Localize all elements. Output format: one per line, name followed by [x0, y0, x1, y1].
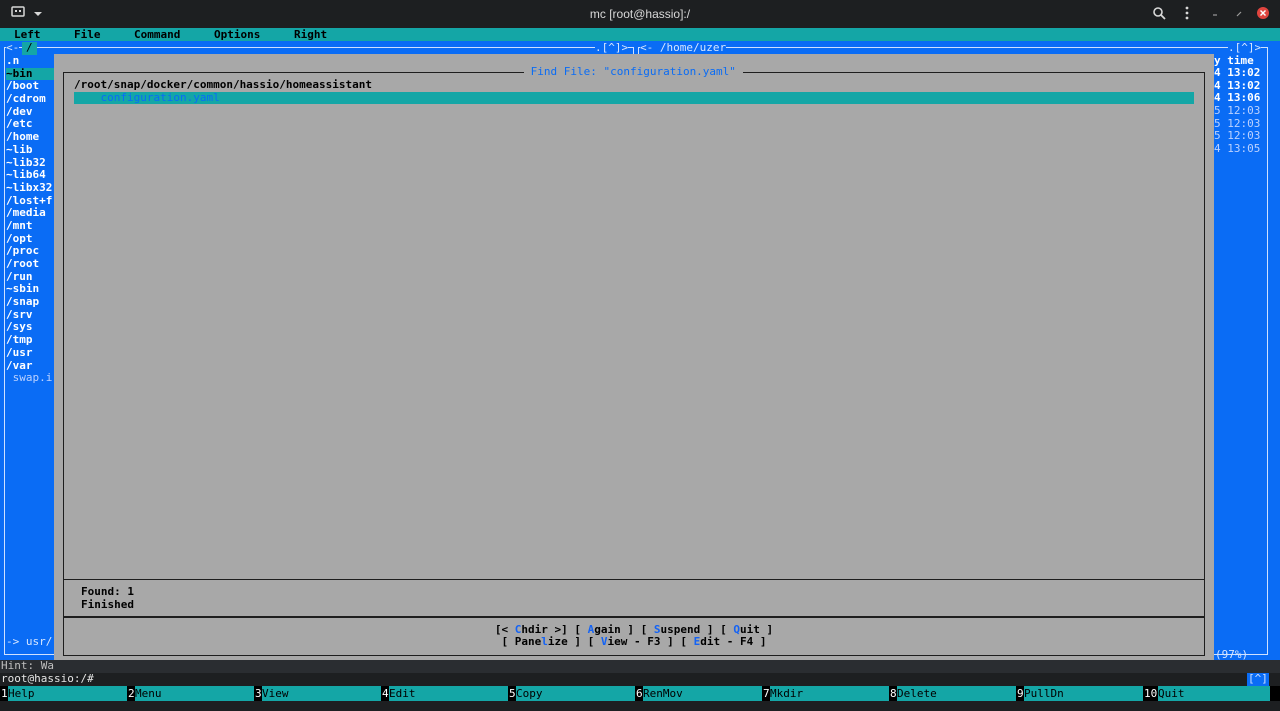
button-text: iew - F3 ]	[607, 635, 674, 648]
left-panel-entry[interactable]: ~lib	[6, 144, 54, 157]
result-row-selected[interactable]: configuration.yaml	[74, 91, 1194, 104]
menu-options[interactable]: Options	[214, 28, 260, 41]
dialog-buttons-row-2: [ Panelize ] [ View - F3 ] [ Edit - F4 ]	[54, 635, 1214, 649]
fkey-delete-button[interactable]: Delete	[897, 686, 1016, 701]
fkey-number: 2	[128, 686, 135, 701]
fkey-help-button[interactable]: Help	[8, 686, 127, 701]
kebab-menu-icon[interactable]	[1179, 6, 1195, 22]
fkey-mkdir-button[interactable]: Mkdir	[770, 686, 889, 701]
dialog-row2-button-2[interactable]: [ Edit - F4 ]	[680, 635, 766, 648]
right-panel-header-right[interactable]: .[^]>	[1228, 41, 1262, 55]
fkey-pulldn-button[interactable]: PullDn	[1024, 686, 1143, 701]
fkey-number: 6	[636, 686, 643, 701]
right-panel-row[interactable]: 5 12:03	[1214, 104, 1260, 118]
button-hotkey: V	[600, 635, 608, 648]
left-panel-entry[interactable]: /tmp	[6, 334, 54, 347]
found-count: Found: 1	[81, 585, 134, 598]
result-directory[interactable]: /root/snap/docker/common/hassio/homeassi…	[74, 78, 372, 92]
left-panel-entry[interactable]: ~bin	[6, 67, 54, 81]
right-panel-path[interactable]: <- /home/uzer	[640, 41, 727, 55]
function-key-bar: 1 Help 2 Menu 3 View 4 Edit 5 Copy 6 RenMov 7 Mkdir 8 D…	[0, 686, 1280, 701]
hint-text: Hint: Wa	[1, 659, 54, 672]
left-panel-entry[interactable]: ~lib32	[6, 157, 54, 170]
fkey-quit-button[interactable]: Quit	[1158, 686, 1270, 701]
left-panel-entry[interactable]: /cdrom	[6, 93, 54, 106]
left-panel-entry[interactable]: /proc	[6, 245, 54, 258]
dialog-title: Find File: "configuration.yaml"	[524, 65, 743, 79]
results-box	[63, 72, 1205, 580]
left-panel-entry[interactable]: swap.i	[6, 372, 54, 385]
left-panel-entry[interactable]: /usr	[6, 347, 54, 360]
search-status: Finished	[81, 598, 134, 611]
dialog-row2-button-1[interactable]: [ View - F3 ]	[588, 635, 674, 648]
fkey-number: 5	[509, 686, 516, 701]
fkey-number: 7	[763, 686, 770, 701]
hint-line: Hint: Wa	[0, 659, 1280, 673]
left-panel-entry[interactable]: /sys	[6, 321, 54, 334]
minimize-icon[interactable]	[1207, 6, 1223, 22]
menu-file[interactable]: File	[74, 28, 101, 41]
left-panel-entry[interactable]: /etc	[6, 118, 54, 131]
left-panel-entry[interactable]: /srv	[6, 309, 54, 322]
fkey-view-button[interactable]: View	[262, 686, 381, 701]
left-panel-footer: -> usr/	[6, 635, 53, 648]
fkey-menu-button[interactable]: Menu	[135, 686, 254, 701]
search-icon[interactable]	[1151, 6, 1167, 22]
left-panel-entry[interactable]: /lost+f	[6, 195, 54, 208]
left-panel-header-right[interactable]: .[^]>	[595, 41, 629, 55]
window-title: mc [root@hassio]:/	[589, 7, 691, 21]
window-titlebar: mc [root@hassio]:/	[0, 0, 1280, 28]
left-panel-entry[interactable]: /snap	[6, 296, 54, 309]
right-panel-list: 4 13:02 4 13:02 4 13:06 5 12:03 5 12:03 5 12:…	[1214, 66, 1260, 156]
left-panel-header-left[interactable]: <-	[6, 41, 20, 55]
command-line[interactable]: root@hassio:/# [^]	[0, 672, 1280, 686]
menu-left[interactable]: Left	[14, 28, 41, 41]
result-file: configuration.yaml	[74, 91, 220, 104]
button-hotkey: l	[541, 635, 548, 648]
mc-menubar: Left File Command Options Right	[0, 28, 1280, 41]
menu-command[interactable]: Command	[134, 28, 180, 41]
button-text: ize ]	[547, 635, 582, 648]
fkey-number: 9	[1017, 686, 1024, 701]
command-prompt[interactable]: root@hassio:/#	[1, 672, 94, 686]
maximize-icon[interactable]	[1231, 6, 1247, 22]
left-panel-entry[interactable]: /run	[6, 271, 54, 284]
menu-right[interactable]: Right	[294, 28, 327, 41]
left-panel-entry[interactable]: /mnt	[6, 220, 54, 233]
right-panel-row[interactable]: 4 13:05	[1214, 142, 1260, 156]
left-panel-entry[interactable]: ~libx32	[6, 182, 54, 195]
right-panel-row[interactable]: 4 13:02	[1214, 66, 1260, 80]
left-panel-entry[interactable]: /boot	[6, 80, 54, 93]
fkey-number: 4	[382, 686, 389, 701]
status-box	[63, 579, 1205, 617]
button-text: dit - F4 ]	[700, 635, 767, 648]
fkey-number: 10	[1144, 686, 1158, 701]
corner-indicator[interactable]: [^]	[1247, 672, 1269, 686]
close-icon[interactable]	[1255, 6, 1271, 22]
left-panel-entry[interactable]: /var	[6, 360, 54, 373]
left-panel-entry[interactable]: /media	[6, 207, 54, 220]
dialog-row2-button-0[interactable]: [ Panelize ]	[502, 635, 582, 648]
fkey-renmov-button[interactable]: RenMov	[643, 686, 762, 701]
fkey-copy-button[interactable]: Copy	[516, 686, 635, 701]
button-text: [	[587, 635, 601, 648]
fkey-number: 1	[1, 686, 8, 701]
dropdown-icon[interactable]	[30, 6, 46, 22]
left-panel-entry[interactable]: /opt	[6, 233, 54, 246]
left-panel-entry[interactable]: ~sbin	[6, 283, 54, 296]
fkey-number: 8	[890, 686, 897, 701]
left-panel-entry[interactable]: .n	[6, 55, 54, 68]
fkey-edit-button[interactable]: Edit	[389, 686, 508, 701]
button-text: [	[680, 635, 694, 648]
find-file-dialog: Find File: "configuration.yaml" /root/sn…	[54, 54, 1214, 673]
left-panel-entry[interactable]: /root	[6, 258, 54, 271]
left-panel-path[interactable]: /	[22, 41, 37, 55]
fkey-number: 3	[255, 686, 262, 701]
left-panel-entry[interactable]: /dev	[6, 106, 54, 119]
terminal-icon[interactable]	[10, 6, 26, 22]
left-panel-list: .n ~bin/boot/cdrom/dev/etc/home ~lib ~lib32…	[6, 55, 54, 385]
button-text: [ Pane	[501, 635, 542, 648]
left-panel-entry[interactable]: /home	[6, 131, 54, 144]
left-panel-entry[interactable]: ~lib64	[6, 169, 54, 182]
